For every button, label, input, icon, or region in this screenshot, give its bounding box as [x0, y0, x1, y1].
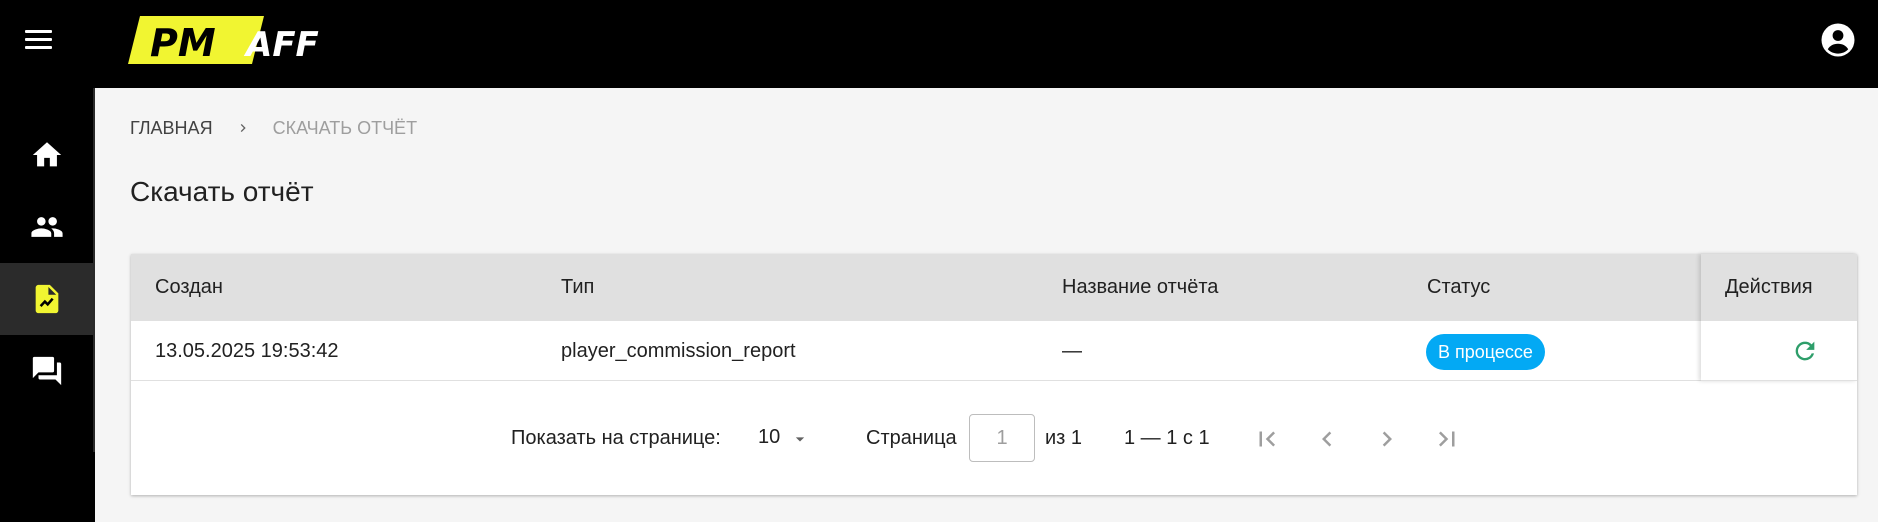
first-page-icon — [1259, 431, 1275, 447]
last-page-icon — [1439, 431, 1455, 447]
chevron-right-icon — [1382, 431, 1392, 447]
svg-text:AFF: AFF — [243, 25, 319, 64]
first-page-button[interactable] — [1252, 424, 1282, 454]
chevron-left-icon — [1322, 431, 1332, 447]
total-pages-label: из 1 — [1045, 427, 1083, 449]
people-icon — [30, 217, 63, 237]
svg-text:PM: PM — [150, 21, 216, 64]
sidebar-item-chat[interactable] — [0, 335, 93, 407]
home-icon — [32, 142, 61, 167]
previous-page-button[interactable] — [1312, 424, 1342, 454]
cell-actions — [1701, 321, 1857, 381]
cell-report-name: — — [1062, 340, 1082, 362]
refresh-icon[interactable] — [1791, 337, 1819, 365]
account-circle-icon[interactable] — [1820, 22, 1856, 58]
column-header-created[interactable]: Создан — [155, 254, 223, 321]
sidebar-item-reports[interactable] — [0, 263, 93, 335]
page-title: Скачать отчёт — [130, 176, 314, 207]
items-per-page-select[interactable]: 10 — [758, 421, 818, 455]
page-label: Страница — [866, 427, 957, 449]
top-app-bar: PM AFF — [0, 0, 1878, 88]
status-badge: В процессе — [1426, 333, 1545, 370]
column-header-actions: Действия — [1701, 254, 1857, 321]
table-row: 13.05.2025 19:53:42 player_commission_re… — [131, 321, 1857, 381]
reports-table-card: Создан Тип Название отчёта Статус 13.05.… — [131, 254, 1857, 495]
column-header-type[interactable]: Тип — [561, 254, 594, 321]
dropdown-arrow-icon — [795, 437, 805, 442]
column-header-status[interactable]: Статус — [1427, 254, 1490, 321]
cell-status: В процессе — [1426, 321, 1545, 381]
cell-created: 13.05.2025 19:53:42 — [155, 340, 339, 362]
actions-column: Действия — [1701, 254, 1857, 381]
sidebar-divider — [93, 88, 95, 452]
column-header-report-name[interactable]: Название отчёта — [1062, 254, 1218, 321]
breadcrumb: ГЛАВНАЯ СКАЧАТЬ ОТЧЁТ — [130, 116, 417, 140]
breadcrumb-current: СКАЧАТЬ ОТЧЁТ — [272, 117, 418, 138]
range-label: 1 — 1 с 1 — [1124, 427, 1210, 449]
last-page-button[interactable] — [1432, 424, 1462, 454]
paginator: Показать на странице: 10 Страница из 1 1… — [131, 381, 1857, 495]
table-header: Создан Тип Название отчёта Статус — [131, 254, 1857, 321]
hamburger-menu-icon[interactable] — [22, 26, 56, 54]
chat-icon — [32, 356, 61, 386]
sidebar — [0, 88, 95, 522]
pm-aff-logo[interactable]: PM AFF — [128, 16, 354, 64]
next-page-button[interactable] — [1372, 424, 1402, 454]
report-file-icon — [35, 284, 58, 314]
sidebar-item-people[interactable] — [0, 191, 93, 263]
sidebar-item-home[interactable] — [0, 119, 93, 191]
page-number-input[interactable] — [969, 414, 1035, 462]
chevron-right-icon — [240, 124, 246, 132]
items-per-page-value: 10 — [758, 426, 781, 448]
cell-type: player_commission_report — [561, 340, 796, 362]
items-per-page-label: Показать на странице: — [511, 427, 721, 449]
breadcrumb-home-link[interactable]: ГЛАВНАЯ — [130, 118, 213, 139]
